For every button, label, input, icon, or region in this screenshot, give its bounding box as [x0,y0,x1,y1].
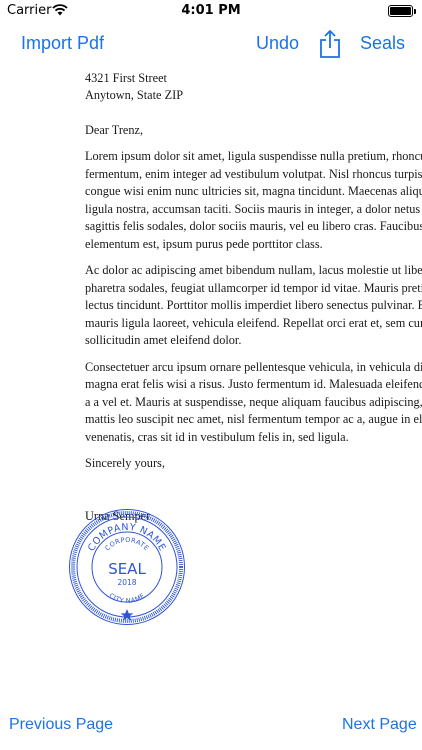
share-icon[interactable] [318,29,342,59]
seal-city-name-text: CITY NAME [107,592,146,606]
status-bar: Carrier 4:01 PM [0,0,422,22]
clock-label: 4:01 PM [181,3,241,18]
company-seal-stamp[interactable]: COMPANY NAME CORPORATE CITY NAME SEAL 20… [68,508,186,626]
text-line: congue wisi enim nunc ultricies sit, mag… [85,184,422,198]
text-line: magna erat felis wisi a risus. Justo fer… [85,377,422,391]
text-line: Consectetuer arcu ipsum ornare pellentes… [85,359,422,374]
paragraph-1: Lorem ipsum dolor sit amet, ligula suspe… [85,148,422,253]
import-pdf-button[interactable]: Import Pdf [21,33,104,54]
text-line: sollicitudin amet eleifend dolor. [85,333,242,347]
text-line: mauris ligula laoreet, vehicula eleifend… [85,315,422,330]
svg-text:CITY NAME: CITY NAME [107,592,146,606]
text-line: Lorem ipsum dolor sit amet, ligula suspe… [85,149,422,163]
address-line: 4321 First Street [85,70,167,85]
previous-page-button[interactable]: Previous Page [9,716,113,734]
text-line: mattis leo suscipit nec amet, nisl ferme… [85,412,422,426]
seal-year: 2018 [117,578,136,587]
undo-button[interactable]: Undo [256,33,299,54]
seal-center-word: SEAL [108,560,146,578]
text-line: elementum est, ipsum purus pede porttito… [85,236,323,251]
paragraph-2: Ac dolor ac adipiscing amet bibendum nul… [85,262,422,350]
seal-corporate-text: CORPORATE [103,536,150,552]
text-line: lectus tincidunt. Porttitor mollis imper… [85,298,422,312]
navigation-bar: Import Pdf Undo Seals [0,22,422,66]
text-line: venenatis, cras sit id in vestibulum fel… [85,429,349,444]
closing: Sincerely yours, [85,456,165,470]
text-line: ligula nostra, accumsan taciti. Sociis m… [85,201,422,216]
svg-text:CORPORATE: CORPORATE [103,536,150,552]
battery-icon [388,5,416,17]
text-line: fermentum, enim integer ad vestibulum vo… [85,166,422,181]
greeting: Dear Trenz, [85,122,144,137]
paragraph-3: Consectetuer arcu ipsum ornare pellentes… [85,359,422,447]
battery-tip [414,9,416,14]
next-page-button[interactable]: Next Page [342,716,417,734]
text-line: a a vel et. Mauris at suspendisse, neque… [85,394,422,409]
address-line: Anytown, State ZIP [85,88,184,102]
seals-button[interactable]: Seals [360,33,405,54]
battery-fill [390,7,411,15]
text-line: Ac dolor ac adipiscing amet bibendum nul… [85,263,422,277]
text-line: pharetra sodales, feugiat ullamcorper id… [85,280,422,295]
text-line: sagittis felis sodales, dolor sociis mau… [85,219,422,233]
